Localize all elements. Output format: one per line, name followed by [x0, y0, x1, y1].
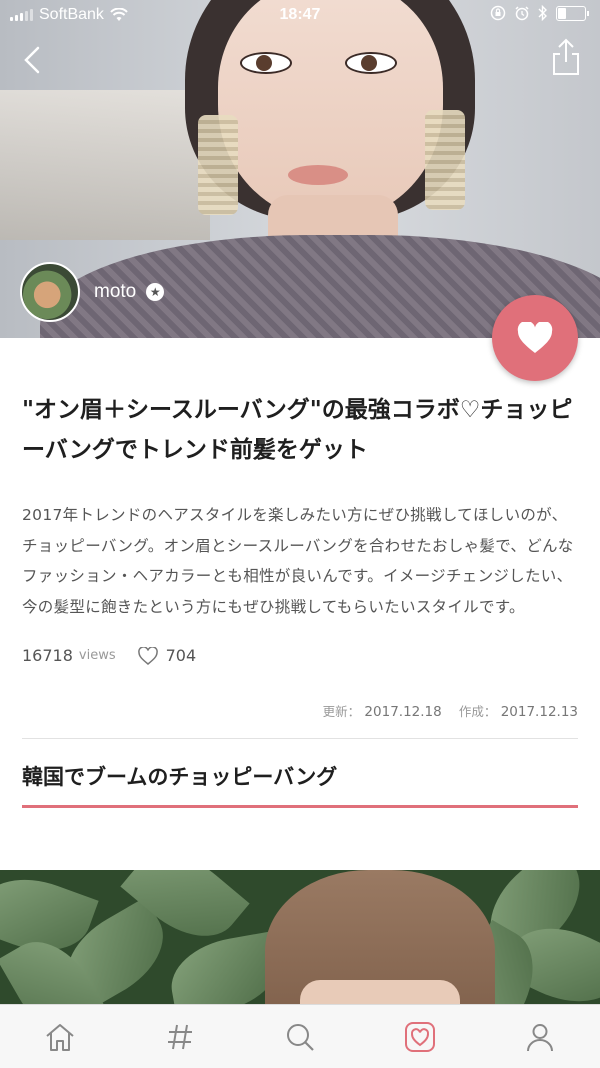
favorites-icon [405, 1021, 435, 1052]
chevron-left-icon [24, 46, 40, 74]
section-heading: 韓国でブームのチョッピーバング [22, 765, 338, 789]
back-button[interactable] [18, 40, 54, 80]
battery-icon [556, 5, 589, 21]
article-stats: 16718 views 704 [22, 646, 578, 665]
like-count: 704 [165, 646, 197, 665]
created-label: 作成： [458, 704, 497, 719]
tab-search[interactable] [270, 1012, 330, 1062]
tab-favorites[interactable] [390, 1012, 450, 1062]
article: "オン眉＋シースルーバング"の最強コラボ♡チョッピーバングでトレンド前髪をゲット… [22, 338, 578, 808]
tab-bar [0, 1004, 600, 1068]
section-underline [22, 805, 578, 808]
tab-profile[interactable] [510, 1012, 570, 1062]
home-icon [46, 1023, 74, 1051]
divider [22, 738, 578, 739]
updated-label: 更新： [322, 704, 361, 719]
article-lead: 2017年トレンドのヘアスタイルを楽しみたい方にぜひ挑戦してほしいのが、チョッピ… [22, 506, 574, 616]
orientation-lock-icon [490, 5, 506, 21]
bluetooth-icon [538, 5, 547, 21]
hashtag-icon [168, 1024, 192, 1049]
avatar[interactable] [20, 262, 80, 322]
heart-icon [517, 322, 553, 353]
article-photo [0, 870, 600, 1010]
search-icon [287, 1023, 314, 1051]
tab-home[interactable] [30, 1012, 90, 1062]
star-badge-icon: ★ [146, 283, 165, 301]
article-title: "オン眉＋シースルーバング"の最強コラボ♡チョッピーバングでトレンド前髪をゲット [22, 397, 573, 463]
updated-date: 2017.12.18 [364, 704, 442, 720]
favorite-button[interactable] [492, 295, 578, 381]
heart-outline-icon [137, 646, 158, 665]
article-dates: 更新： 2017.12.18 作成： 2017.12.13 [22, 701, 578, 720]
created-date: 2017.12.13 [500, 704, 578, 720]
like-count-group[interactable]: 704 [137, 646, 197, 665]
author-badge[interactable]: moto ★ [20, 262, 165, 322]
view-count: 16718 [22, 646, 73, 665]
share-icon [553, 38, 579, 75]
alarm-icon [515, 6, 529, 21]
view-count-unit: views [78, 648, 116, 663]
share-button[interactable] [550, 36, 582, 78]
status-bar: SoftBank 18:47 [0, 0, 600, 32]
profile-icon [527, 1023, 553, 1051]
author-name[interactable]: moto [94, 281, 136, 303]
tab-hashtag[interactable] [150, 1012, 210, 1062]
